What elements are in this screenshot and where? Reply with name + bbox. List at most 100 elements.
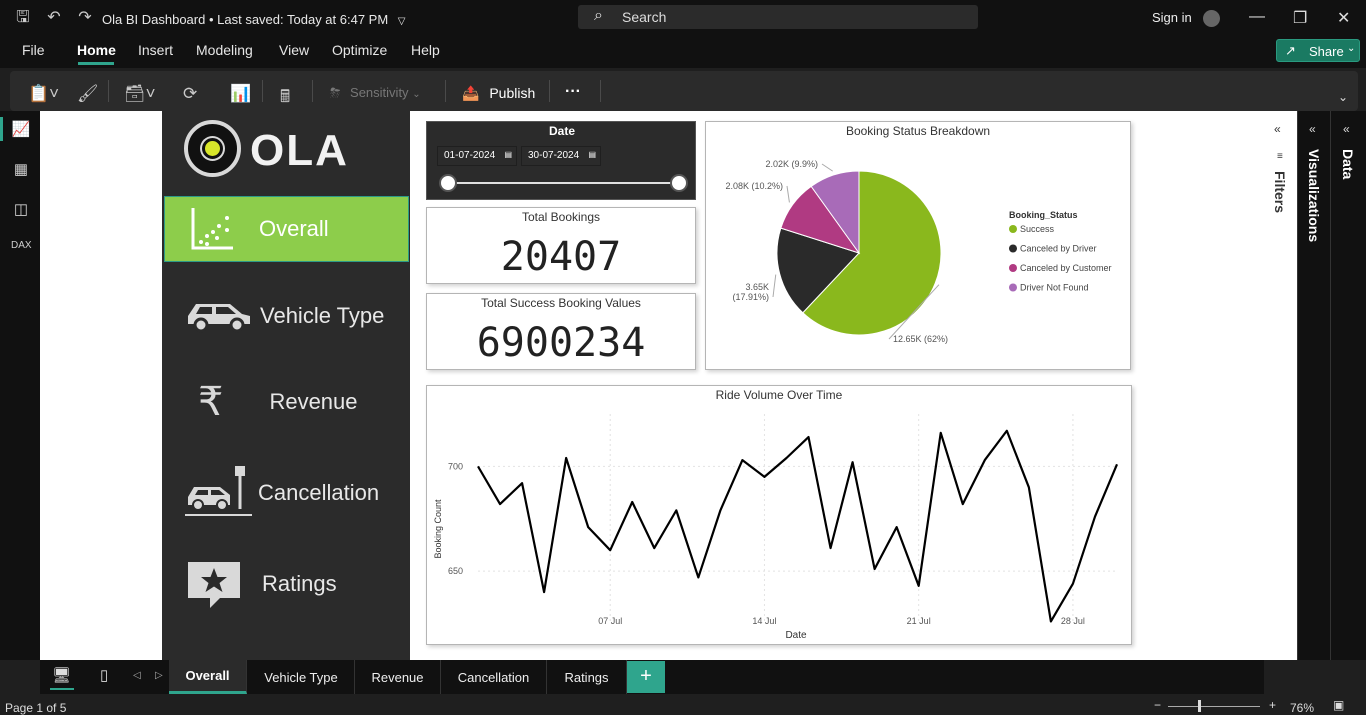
ribbon-divider xyxy=(262,80,263,102)
document-title[interactable]: Ola BI Dashboard • Last saved: Today at … xyxy=(102,12,406,27)
new-visual-icon[interactable]: 📊 xyxy=(230,84,251,104)
calculator-icon[interactable]: 🖩 xyxy=(280,84,290,113)
ola-logo-icon xyxy=(184,120,241,177)
model-view-icon[interactable]: ◫ xyxy=(11,200,31,220)
zoom-slider-handle[interactable] xyxy=(1198,700,1201,712)
rupee-icon: ₹ xyxy=(198,380,224,424)
filters-pane[interactable]: « ≡ Filters xyxy=(1264,111,1297,660)
tab-overall[interactable]: Overall xyxy=(169,660,247,694)
status-bar xyxy=(0,694,1366,714)
report-view-icon[interactable]: 📈 xyxy=(11,120,31,140)
refresh-icon[interactable]: ⟳ xyxy=(183,84,197,104)
start-date-input[interactable]: 01-07-2024 ▤ xyxy=(437,146,517,166)
x-tick-label: 14 Jul xyxy=(752,616,776,626)
menu-file[interactable]: File xyxy=(22,42,45,58)
sidebar-item-vehicle-type[interactable]: Vehicle Type xyxy=(164,283,409,349)
more-options-button[interactable]: ··· xyxy=(565,83,581,101)
zoom-out-button[interactable]: − xyxy=(1154,698,1161,712)
end-date-handle[interactable] xyxy=(670,174,688,192)
mobile-layout-icon[interactable]: ▯ xyxy=(100,666,108,684)
ribbon-divider xyxy=(108,80,109,102)
table-view-icon[interactable]: ▦ xyxy=(11,160,31,180)
menu-help[interactable]: Help xyxy=(411,42,440,58)
x-axis-label: Date xyxy=(785,630,807,641)
kpi-card-success-booking-values: Total Success Booking Values 6900234 xyxy=(426,293,696,370)
visualizations-pane[interactable]: « Visualizations xyxy=(1297,111,1330,660)
legend-marker xyxy=(1009,283,1017,292)
tab-ratings[interactable]: Ratings xyxy=(547,660,627,694)
legend-marker xyxy=(1009,244,1017,253)
calendar-icon: ▤ xyxy=(504,150,512,159)
desktop-layout-icon[interactable]: 🖥 xyxy=(52,666,71,684)
ribbon-toolbar xyxy=(10,71,1358,111)
sidebar-item-overall[interactable]: Overall xyxy=(164,196,409,262)
kpi-value: 6900234 xyxy=(476,320,646,366)
legend-item: Canceled by Driver xyxy=(1020,244,1097,254)
format-painter-icon[interactable]: 🖌 xyxy=(77,84,99,104)
filters-pane-label: Filters xyxy=(1272,171,1288,214)
share-label: Share xyxy=(1309,44,1344,59)
date-range-track xyxy=(448,182,680,184)
sidebar-item-ratings[interactable]: Ratings xyxy=(164,551,409,617)
menu-insert[interactable]: Insert xyxy=(138,42,173,58)
publish-button[interactable]: 📤 Publish xyxy=(462,85,535,102)
sidebar-item-label: Vehicle Type xyxy=(260,303,385,328)
sidebar-item-label: Ratings xyxy=(262,571,337,596)
collapse-icon[interactable]: « xyxy=(1274,122,1281,136)
menu-home[interactable]: Home xyxy=(77,42,116,58)
sign-in-button[interactable]: Sign in xyxy=(1152,10,1221,28)
paste-icon[interactable]: 📋˅ xyxy=(28,84,59,104)
ribbon-expand-icon[interactable]: ⌄ xyxy=(1338,90,1348,104)
share-button[interactable]: ↗ Share ⌄ xyxy=(1276,39,1360,62)
tab-cancellation[interactable]: Cancellation xyxy=(441,660,547,694)
previous-page-icon[interactable]: ◁ xyxy=(133,670,141,681)
active-view-indicator xyxy=(0,117,3,141)
collapse-icon[interactable]: « xyxy=(1309,122,1316,136)
sidebar-item-cancellation[interactable]: Cancellation xyxy=(164,460,409,526)
restore-icon[interactable]: ❐ xyxy=(1293,8,1307,28)
next-page-icon[interactable]: ▷ xyxy=(155,670,163,681)
publish-label: Publish xyxy=(489,85,536,101)
zoom-level: 76% xyxy=(1290,701,1315,715)
sensitivity-button[interactable]: ⛈ Sensitivity ⌄ xyxy=(330,85,421,101)
chevron-down-icon: ⌄ xyxy=(1347,43,1356,54)
date-slicer: Date 01-07-2024 ▤ 30-07-2024 ▤ xyxy=(426,121,696,200)
logo-dot xyxy=(202,138,223,159)
end-date-input[interactable]: 30-07-2024 ▤ xyxy=(521,146,601,166)
x-tick-label: 21 Jul xyxy=(907,616,931,626)
search-box[interactable]: ⌕ Search xyxy=(578,5,978,29)
minimize-icon[interactable]: — xyxy=(1249,8,1265,26)
menu-view[interactable]: View xyxy=(279,42,309,58)
tab-revenue[interactable]: Revenue xyxy=(355,660,441,694)
collapse-icon[interactable]: « xyxy=(1343,122,1350,136)
date-slicer-title: Date xyxy=(548,124,575,138)
tab-vehicle-type[interactable]: Vehicle Type xyxy=(248,660,355,694)
data-pane[interactable]: « Data xyxy=(1330,111,1366,660)
menu-optimize[interactable]: Optimize xyxy=(332,42,387,58)
chevron-down-icon[interactable]: ▽ xyxy=(398,16,406,27)
pie-data-label: (17.91%) xyxy=(732,292,769,302)
sidebar-item-revenue[interactable]: ₹ Revenue xyxy=(164,369,409,435)
zoom-in-button[interactable]: + xyxy=(1269,698,1276,712)
ride-volume-line-card: Ride Volume Over Time 07 Jul 14 Jul 21 Jul… xyxy=(426,385,1132,645)
dax-query-icon[interactable]: DAX xyxy=(11,240,32,260)
ribbon-divider xyxy=(600,80,601,102)
redo-icon[interactable]: ↷ xyxy=(76,9,94,27)
search-icon: ⌕ xyxy=(594,7,603,24)
save-icon[interactable]: 🖫 xyxy=(14,9,32,27)
pie-data-label: 2.02K (9.9%) xyxy=(765,159,818,169)
close-icon[interactable]: ✕ xyxy=(1337,8,1350,28)
get-data-icon[interactable]: 🗃˅ xyxy=(124,84,156,104)
start-date-handle[interactable] xyxy=(439,174,457,192)
start-date-value: 01-07-2024 xyxy=(444,150,496,161)
saved-status: Last saved: Today at 6:47 PM xyxy=(217,12,389,27)
legend-item: Canceled by Customer xyxy=(1020,263,1112,273)
active-menu-indicator xyxy=(78,62,114,65)
pie-chart: 12.65K (62%) 3.65K(17.91%) 2.08K (10.2%) 2.… xyxy=(725,159,1112,344)
add-page-button[interactable]: + xyxy=(627,661,665,693)
document-name: Ola BI Dashboard xyxy=(102,12,206,27)
undo-icon[interactable]: ↶ xyxy=(45,9,63,27)
kpi-value: 20407 xyxy=(500,234,622,280)
menu-modeling[interactable]: Modeling xyxy=(196,42,253,58)
fit-to-page-icon[interactable]: ▣ xyxy=(1333,698,1344,712)
